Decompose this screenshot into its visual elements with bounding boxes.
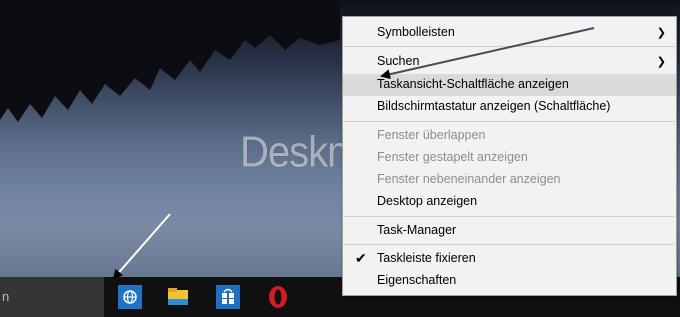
menu-item-label: Fenster gestapelt anzeigen: [377, 150, 528, 164]
chevron-right-icon: ❯: [656, 27, 666, 39]
menu-item-label: Taskansicht-Schaltfläche anzeigen: [377, 77, 569, 91]
menu-item-desktop-anzeigen[interactable]: Desktop anzeigen: [343, 191, 676, 213]
menu-item-task-manager[interactable]: Task-Manager: [343, 220, 676, 242]
menu-separator: [344, 244, 675, 245]
menu-item-label: Suchen: [377, 54, 420, 68]
chevron-right-icon: ❯: [656, 56, 666, 68]
menu-item-taskleiste-fixieren[interactable]: ✔ Taskleiste fixieren: [343, 248, 676, 270]
store-icon[interactable]: [216, 285, 240, 309]
menu-item-fenster-gestapelt: Fenster gestapelt anzeigen: [343, 147, 676, 169]
menu-item-label: Symbolleisten: [377, 25, 455, 39]
menu-item-label: Bildschirmtastatur anzeigen (Schaltfläch…: [377, 99, 611, 113]
menu-item-label: Fenster überlappen: [377, 128, 486, 142]
menu-item-label: Taskleiste fixieren: [377, 251, 476, 265]
menu-item-taskansicht[interactable]: Taskansicht-Schaltfläche anzeigen: [343, 74, 676, 96]
search-input[interactable]: n: [0, 277, 104, 317]
menu-item-label: Fenster nebeneinander anzeigen: [377, 172, 561, 186]
menu-item-fenster-nebeneinander: Fenster nebeneinander anzeigen: [343, 169, 676, 191]
taskbar-context-menu: Symbolleisten ❯ Suchen ❯ Taskansicht-Sch…: [342, 16, 677, 296]
menu-item-fenster-ueberlappen: Fenster überlappen: [343, 125, 676, 147]
menu-item-label: Desktop anzeigen: [377, 194, 478, 208]
menu-separator: [344, 216, 675, 217]
menu-item-suchen[interactable]: Suchen ❯: [343, 51, 676, 73]
menu-item-bildschirmtastatur[interactable]: Bildschirmtastatur anzeigen (Schaltfläch…: [343, 96, 676, 118]
taskview-globe-icon[interactable]: [118, 285, 142, 309]
menu-item-label: Task-Manager: [377, 223, 457, 237]
menu-separator: [344, 46, 675, 47]
menu-separator: [344, 121, 675, 122]
search-text: n: [2, 289, 10, 304]
menu-item-symbolleisten[interactable]: Symbolleisten ❯: [343, 22, 676, 44]
opera-icon[interactable]: [266, 285, 290, 309]
menu-item-label: Eigenschaften: [377, 273, 457, 287]
menu-item-eigenschaften[interactable]: Eigenschaften: [343, 270, 676, 292]
checkmark-icon: ✔: [355, 250, 367, 266]
file-explorer-icon[interactable]: [166, 285, 190, 309]
